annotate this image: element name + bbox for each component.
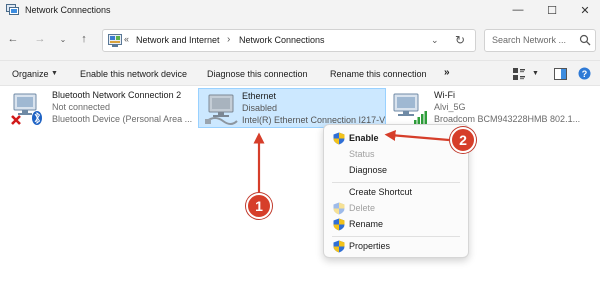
menu-item-label: Enable [349, 133, 379, 143]
menu-item-label: Properties [349, 241, 391, 251]
search-box[interactable]: Search Network ... [484, 29, 596, 52]
item-name: Wi-Fi [434, 90, 455, 100]
control-panel-icon [108, 34, 122, 47]
menu-item-properties[interactable]: Properties [328, 239, 464, 254]
maximize-button[interactable]: ☐ [537, 0, 567, 20]
item-status: Not connected [52, 102, 111, 112]
diagnose-connection-button[interactable]: Diagnose this connection [207, 69, 308, 79]
up-button[interactable]: ↑ [76, 33, 92, 45]
connection-item-wifi[interactable]: Wi-Fi Alvi_5G Broadcom BCM943228HMB 802.… [392, 88, 592, 128]
item-text: Bluetooth Network Connection 2 Not conne… [52, 90, 192, 126]
menu-separator [332, 182, 460, 183]
network-connections-icon [6, 4, 19, 15]
svg-text:?: ? [582, 69, 588, 79]
menu-item-diagnose[interactable]: Diagnose [328, 163, 464, 178]
uac-shield-icon [333, 132, 345, 145]
menu-item-create-shortcut[interactable]: Create Shortcut [328, 185, 464, 200]
organize-button[interactable]: Organize [12, 69, 49, 79]
item-status: Disabled [242, 103, 278, 113]
connection-item-bluetooth[interactable]: Bluetooth Network Connection 2 Not conne… [10, 88, 195, 128]
menu-item-label: Delete [349, 203, 376, 213]
item-status: Alvi_5G [434, 102, 466, 112]
view-options-icon[interactable] [513, 68, 525, 80]
minimize-button[interactable]: — [503, 0, 533, 20]
uac-shield-icon [333, 218, 345, 231]
enable-device-button[interactable]: Enable this network device [80, 69, 187, 79]
step-2-badge: 2 [450, 127, 476, 153]
close-button[interactable]: ✕ [570, 0, 600, 20]
menu-separator [332, 236, 460, 237]
item-name: Bluetooth Network Connection 2 [52, 90, 182, 100]
menu-item-label: Rename [349, 219, 384, 229]
item-text: Wi-Fi Alvi_5G Broadcom BCM943228HMB 802.… [434, 90, 580, 126]
help-icon[interactable]: ? [578, 67, 591, 80]
item-text: Ethernet Disabled Intel(R) Ethernet Conn… [242, 91, 385, 127]
window-title: Network Connections [25, 5, 111, 15]
search-input[interactable]: Search Network ... [492, 35, 566, 45]
wifi-adapter-icon [393, 93, 427, 124]
breadcrumb-network-and-internet[interactable]: Network and Internet [136, 35, 220, 45]
menu-item-label: Create Shortcut [349, 187, 413, 197]
caret-down-icon[interactable]: ▼ [532, 70, 539, 77]
menu-item-label: Diagnose [349, 165, 388, 175]
menu-item-delete: Delete [328, 201, 464, 216]
search-icon [579, 34, 591, 46]
preview-pane-icon[interactable] [554, 68, 567, 80]
menu-item-label: Status [349, 149, 375, 159]
chevron-right-icon[interactable]: › [227, 34, 230, 45]
refresh-button[interactable]: ↻ [455, 33, 465, 47]
bluetooth-adapter-icon [11, 93, 42, 125]
step-1-badge: 1 [246, 193, 272, 219]
connection-item-ethernet[interactable]: Ethernet Disabled Intel(R) Ethernet Conn… [198, 88, 386, 128]
forward-button[interactable]: → [32, 33, 48, 45]
more-commands-button[interactable]: » [444, 67, 450, 78]
ethernet-adapter-icon [205, 94, 238, 125]
back-button[interactable]: ← [5, 33, 21, 45]
caret-down-icon[interactable]: ▼ [51, 70, 58, 77]
address-dropdown-button[interactable]: ⌄ [431, 35, 439, 46]
breadcrumb-network-connections[interactable]: Network Connections [239, 35, 325, 45]
context-menu: Enable Status Diagnose Create Shortcut D… [323, 124, 469, 258]
rename-connection-button[interactable]: Rename this connection [330, 69, 427, 79]
item-name: Ethernet [242, 91, 277, 101]
navigation-bar: ← → ⌄ ↑ « Network and Internet › Network… [0, 20, 600, 60]
item-device: Bluetooth Device (Personal Area ... [52, 114, 193, 124]
uac-shield-icon [333, 240, 345, 253]
recent-locations-button[interactable]: ⌄ [55, 35, 71, 44]
title-bar: Network Connections — ☐ ✕ [0, 0, 600, 20]
address-bar[interactable]: « Network and Internet › Network Connect… [102, 29, 476, 52]
address-overflow[interactable]: « [124, 34, 129, 44]
menu-item-status: Status [328, 147, 464, 162]
command-bar: Organize ▼ Enable this network device Di… [0, 60, 600, 86]
menu-item-enable[interactable]: Enable [328, 131, 464, 146]
menu-item-rename[interactable]: Rename [328, 217, 464, 232]
uac-shield-icon [333, 202, 345, 215]
